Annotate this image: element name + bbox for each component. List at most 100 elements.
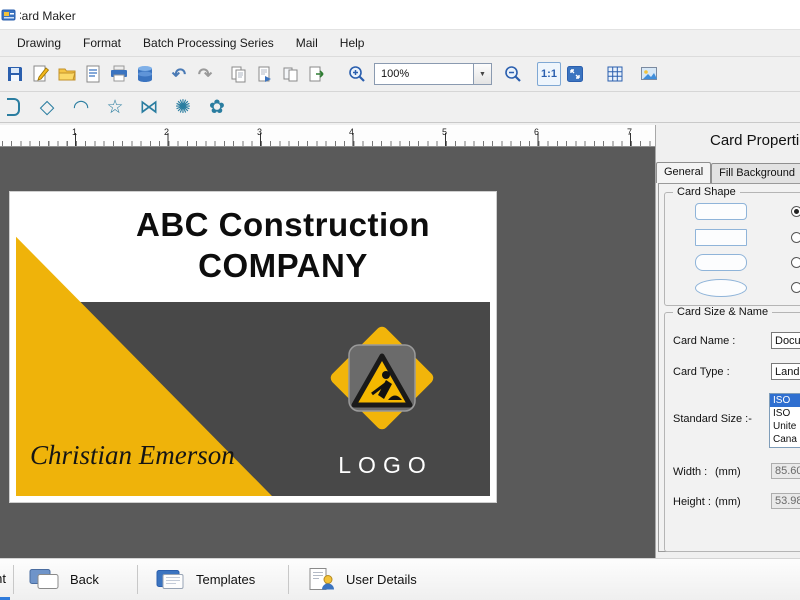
menu-bar: Drawing Format Batch Processing Series M… (0, 30, 800, 57)
pages-icon (283, 67, 298, 82)
edit-button[interactable] (28, 61, 54, 87)
panel-title: Card Properties (710, 132, 800, 149)
width-unit: (mm) (715, 466, 741, 478)
shape-radio-3[interactable] (791, 257, 800, 268)
shape-option-rect[interactable] (695, 229, 747, 246)
user-details-icon (309, 568, 334, 590)
undo-button[interactable]: ↶ (166, 61, 192, 87)
card-size-name-legend: Card Size & Name (673, 306, 773, 318)
bowtie-shape-button[interactable]: ⋈ (136, 94, 162, 120)
badge-icon: ✺ (175, 96, 191, 118)
shape-option-very-rounded-rect[interactable] (695, 254, 747, 271)
star-shape-button[interactable]: ☆ (102, 94, 128, 120)
image-export-icon (641, 67, 657, 80)
ruler-number: 4 (349, 127, 355, 137)
export-image-button[interactable] (636, 61, 662, 87)
card-shape-legend: Card Shape (673, 186, 740, 198)
card-title-line2: COMPANY (198, 247, 368, 284)
card-size-name-group: Card Size & Name Card Name : Docu Card T… (664, 306, 800, 552)
back-button[interactable]: Back (22, 559, 105, 600)
templates-button[interactable]: Templates (148, 559, 261, 600)
shape-radio-4[interactable] (791, 282, 800, 293)
id-card[interactable]: ABC Construction COMPANY Christian Emers… (10, 192, 496, 502)
bottom-bar: Print Back Templates (0, 558, 800, 600)
zoom-out-icon (505, 66, 521, 82)
construction-logo-icon[interactable] (322, 318, 442, 438)
shape-option-ellipse[interactable] (695, 279, 747, 297)
window-title: Card Maker (20, 8, 76, 23)
rounded-shape-button[interactable] (0, 94, 26, 120)
design-column: 1 2 3 4 5 6 7 ABC Construction COMPANY C… (0, 125, 655, 558)
grid-button[interactable] (602, 61, 628, 87)
page-arrow-icon (309, 66, 324, 82)
duplicate-button[interactable] (278, 61, 304, 87)
zoom-dropdown-button[interactable]: ▼ (474, 63, 492, 85)
shape-option-rounded-rect[interactable] (695, 203, 747, 220)
card-holder-name[interactable]: Christian Emerson (30, 440, 235, 471)
card-type-select[interactable]: Land (771, 363, 800, 380)
ruler-number: 6 (534, 127, 540, 137)
open-button[interactable] (54, 61, 80, 87)
standard-size-option[interactable]: ISO (770, 394, 800, 407)
tab-fill-background[interactable]: Fill Background (711, 163, 800, 183)
print-toolbar-button[interactable] (106, 61, 132, 87)
standard-size-option[interactable]: Cana (770, 433, 800, 446)
card-name-label: Card Name : (673, 335, 736, 347)
menu-drawing[interactable]: Drawing (6, 31, 72, 55)
templates-icon (156, 570, 184, 589)
notes-button[interactable] (80, 61, 106, 87)
menu-mail[interactable]: Mail (285, 31, 329, 55)
separator (13, 565, 14, 594)
shape-radio-1[interactable] (791, 206, 800, 217)
shape-radio-2[interactable] (791, 232, 800, 243)
menu-batch-processing-series[interactable]: Batch Processing Series (132, 31, 285, 55)
actual-size-button[interactable]: 1:1 (536, 61, 562, 87)
menu-format[interactable]: Format (72, 31, 132, 55)
fit-to-window-button[interactable] (562, 61, 588, 87)
seal-icon: ✿ (209, 96, 225, 118)
database-button[interactable] (132, 61, 158, 87)
copy-button[interactable] (226, 61, 252, 87)
print-button[interactable]: Print (0, 559, 10, 600)
user-details-button[interactable]: User Details (298, 559, 423, 600)
tab-general[interactable]: General (656, 162, 712, 183)
arc-shape-button[interactable]: ◠ (68, 94, 94, 120)
title-bar: Card Maker (0, 0, 800, 30)
paste-button[interactable] (252, 61, 278, 87)
paste-icon (258, 66, 271, 82)
redo-icon: ↷ (197, 64, 213, 84)
save-button[interactable] (2, 61, 28, 87)
zoom-combo[interactable]: 100% ▼ (374, 63, 492, 85)
standard-size-listbox[interactable]: ISO ISO Unite Cana (769, 393, 800, 448)
undo-icon: ↶ (171, 64, 187, 84)
menu-help[interactable]: Help (329, 31, 376, 55)
move-page-button[interactable] (304, 61, 330, 87)
edit-page-icon (33, 65, 50, 82)
card-name-input[interactable]: Docu (771, 332, 800, 349)
zoom-in-button[interactable] (344, 61, 370, 87)
database-icon (138, 66, 152, 82)
width-label: Width : (673, 466, 708, 478)
zoom-out-button[interactable] (500, 61, 526, 87)
seal-shape-button[interactable]: ✿ (204, 94, 230, 120)
window-title-wrap: Card Maker (20, 7, 76, 23)
redo-button[interactable]: ↷ (192, 61, 218, 87)
logo-label[interactable]: LOGO (316, 452, 448, 479)
design-canvas[interactable]: ABC Construction COMPANY Christian Emers… (0, 147, 655, 558)
card-shape-group: Card Shape (664, 186, 800, 306)
separator (288, 565, 289, 594)
diamond-shape-button[interactable]: ◇ (34, 94, 60, 120)
card-type-label: Card Type : (673, 366, 730, 378)
document-lines-icon (86, 65, 100, 83)
main-area: 1 2 3 4 5 6 7 ABC Construction COMPANY C… (0, 125, 800, 558)
zoom-value[interactable]: 100% (374, 63, 474, 85)
one-to-one-icon: 1:1 (537, 62, 561, 86)
zoom-in-icon (349, 66, 365, 82)
standard-size-option[interactable]: Unite (770, 420, 800, 433)
standard-size-option[interactable]: ISO (770, 407, 800, 420)
badge-shape-button[interactable]: ✺ (170, 94, 196, 120)
back-label: Back (70, 572, 99, 587)
bowtie-icon: ⋈ (139, 96, 159, 118)
arc-icon: ◠ (72, 96, 90, 118)
card-company-title[interactable]: ABC Construction COMPANY (70, 204, 496, 286)
